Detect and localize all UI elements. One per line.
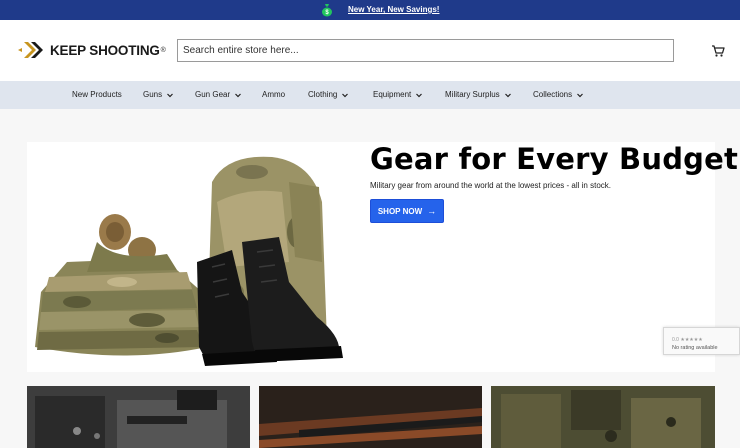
tile-image-gun-case (27, 386, 250, 448)
nav-item-ammo[interactable]: Ammo (262, 90, 285, 99)
site-header: KEEP SHOOTING ® (0, 20, 740, 81)
category-tile-rifles[interactable] (259, 386, 482, 448)
nav-item-label: Clothing (308, 90, 338, 99)
arrow-right-icon: → (427, 206, 437, 216)
hero-gear-image (35, 156, 343, 366)
chevron-down-icon (504, 93, 511, 97)
nav-item-label: Gun Gear (195, 90, 231, 99)
hero-banner: Gear for Every Budget Military gear from… (27, 142, 738, 372)
nav-item-label: New Products (72, 90, 122, 99)
chevron-down-icon (577, 93, 584, 97)
nav-item-label: Guns (143, 90, 163, 99)
tile-image-rifles (259, 386, 482, 448)
rating-badge[interactable]: 0.0 ★★★★★ No rating available (663, 327, 740, 355)
search-input[interactable] (177, 39, 674, 62)
nav-item-label: Ammo (262, 90, 286, 99)
main-nav: New Products Guns Gun Gear Ammo Clothing… (0, 81, 740, 109)
category-tile-military-gear[interactable] (491, 386, 715, 448)
promo-link[interactable]: New Year, New Savings! (348, 5, 439, 14)
promo-bar: $ New Year, New Savings! (0, 0, 740, 20)
chevron-down-icon (167, 93, 174, 97)
nav-item-label: Collections (533, 90, 573, 99)
chevron-down-icon (342, 93, 349, 97)
rating-text: No rating available (672, 345, 718, 351)
nav-item-guns[interactable]: Guns (143, 90, 174, 99)
cart-icon[interactable] (711, 44, 725, 58)
hero-subtitle: Military gear from around the world at t… (370, 181, 611, 190)
nav-item-gun-gear[interactable]: Gun Gear (195, 90, 242, 99)
nav-item-collections[interactable]: Collections (533, 90, 584, 99)
shop-now-button[interactable]: SHOP NOW → (370, 199, 444, 223)
nav-item-label: Military Surplus (445, 90, 500, 99)
logo-registered-mark: ® (160, 46, 166, 54)
money-bag-icon: $ (322, 4, 332, 17)
tile-image-tactical-gear (491, 386, 715, 448)
chevron-down-icon (416, 93, 423, 97)
nav-item-label: Equipment (373, 90, 412, 99)
nav-item-equipment[interactable]: Equipment (373, 90, 423, 99)
hero-title: Gear for Every Budget (370, 142, 739, 176)
nav-item-new-products[interactable]: New Products (72, 90, 122, 99)
logo-chevron-icon (18, 42, 43, 58)
category-tile-guns[interactable] (27, 386, 250, 448)
rating-stars: 0.0 ★★★★★ (672, 337, 703, 343)
logo-text: KEEP SHOOTING (50, 42, 160, 58)
nav-item-clothing[interactable]: Clothing (308, 90, 349, 99)
nav-item-military-surplus[interactable]: Military Surplus (445, 90, 512, 99)
chevron-down-icon (235, 93, 242, 97)
site-logo[interactable]: KEEP SHOOTING ® (18, 39, 166, 61)
shop-now-label: SHOP NOW (377, 206, 423, 216)
